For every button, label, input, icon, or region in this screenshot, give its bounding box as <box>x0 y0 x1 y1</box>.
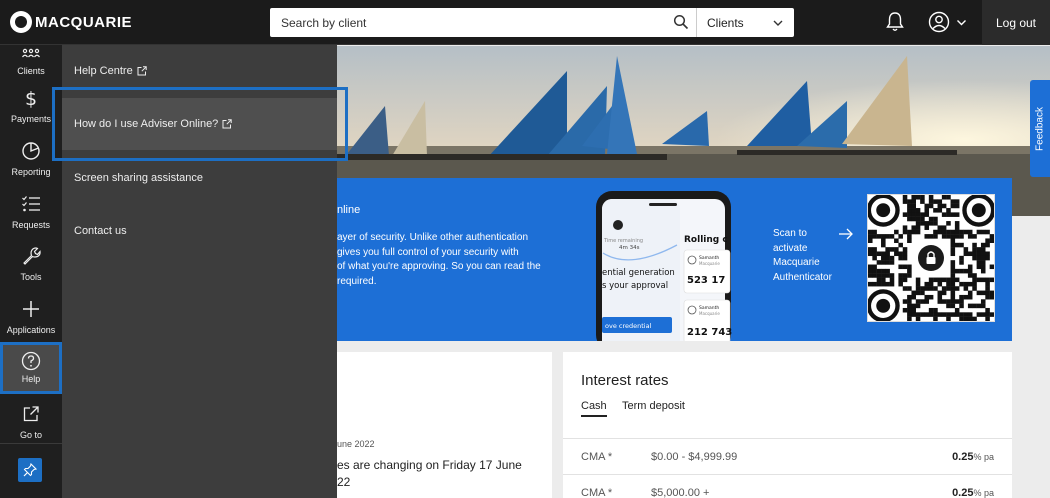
rates-title: Interest rates <box>581 372 669 389</box>
rate-account: CMA * <box>581 451 613 463</box>
help-icon <box>21 351 41 371</box>
feedback-label: Feedback <box>1034 106 1046 151</box>
rate-unit: % pa <box>973 452 994 462</box>
dollar-icon: $ <box>25 88 37 108</box>
help-item-label: Screen sharing assistance <box>74 172 204 184</box>
rate-row: CMA * $0.00 - $4,999.99 0.25% pa <box>563 451 1012 471</box>
scan-line: activate <box>773 242 808 254</box>
search-icon[interactable] <box>673 14 689 30</box>
promo-heading: nline <box>337 204 361 216</box>
search-input[interactable] <box>270 8 665 37</box>
scan-line: Authenticator <box>773 271 832 283</box>
scan-line: Scan to <box>773 228 807 239</box>
phone-rolling-title: Rolling c <box>684 235 728 245</box>
news-title-line: 22 <box>337 475 351 489</box>
rate-row: CMA * $5,000.00 + 0.25% pa <box>563 487 1012 498</box>
phone-code: 523 17 <box>687 275 725 286</box>
chevron-down-icon <box>773 20 783 26</box>
rate-number: 0.25 <box>952 487 974 498</box>
nav-item-applications[interactable]: Applications <box>0 296 62 348</box>
nav-label: Tools <box>20 272 42 282</box>
scan-instructions: Scan to activate Macquarie Authenticator <box>773 227 843 285</box>
external-link-icon <box>137 66 147 76</box>
contact-us-link[interactable]: Contact us <box>62 205 337 257</box>
pin-icon <box>23 463 37 477</box>
logout-button[interactable]: Log out <box>982 0 1050 45</box>
promo-body-line: required. <box>337 275 377 287</box>
news-title[interactable]: es are changing on Friday 17 June 22 <box>337 457 547 491</box>
brand-logo[interactable]: MACQUARIE <box>10 11 132 33</box>
phone-approve-button: ove credential <box>605 322 652 330</box>
pie-chart-icon <box>22 142 40 160</box>
help-item-label: Contact us <box>74 225 127 237</box>
rate-unit: % pa <box>973 488 994 498</box>
promo-body-line: gives you full control of your security … <box>337 246 519 258</box>
checklist-icon <box>22 196 40 212</box>
phone-entry-org: Macquarie <box>699 311 720 316</box>
rate-account: CMA * <box>581 487 613 498</box>
help-item-label: Help Centre <box>74 65 133 77</box>
highlight-frame <box>52 87 348 161</box>
app-root: MACQUARIE Clients Log out <box>0 0 1050 498</box>
authenticator-qr-code[interactable] <box>866 193 996 323</box>
brand-name: MACQUARIE <box>35 13 132 31</box>
nav-label: Go to <box>19 430 42 440</box>
phone-code: 212 743 <box>687 327 732 338</box>
nav-label: Applications <box>6 325 56 335</box>
nav-divider <box>0 443 62 444</box>
search-scope-select[interactable]: Clients <box>697 8 794 37</box>
phone-timer-value: 4m 34s <box>619 245 640 251</box>
promo-body: ayer of security. Unlike other authentic… <box>337 231 557 289</box>
rates-divider <box>563 474 1012 475</box>
rate-range: $5,000.00 + <box>651 487 710 498</box>
phone-entry-org: Macquarie <box>699 261 720 266</box>
nav-item-help[interactable]: Help <box>0 342 62 394</box>
nav-label: Reporting <box>11 167 51 177</box>
authenticator-phone-mockup: Time remaining 4m 34s ential generation … <box>596 191 732 341</box>
scan-line: Macquarie <box>773 257 820 268</box>
qr-code-pattern <box>866 193 996 323</box>
feedback-tab[interactable]: Feedback <box>1030 80 1050 177</box>
pin-nav-button[interactable] <box>18 458 42 482</box>
rate-range: $0.00 - $4,999.99 <box>651 451 738 463</box>
top-bar: MACQUARIE Clients Log out <box>0 0 1050 45</box>
rate-number: 0.25 <box>952 451 974 463</box>
arrow-right-icon <box>839 228 853 240</box>
user-menu-chevron-icon[interactable] <box>956 17 967 28</box>
promo-body-line: of what you're approving. So you can rea… <box>337 261 541 272</box>
search-scope-label: Clients <box>707 16 744 30</box>
nav-label: Help <box>21 374 41 384</box>
macquarie-logo-icon <box>10 11 32 33</box>
rate-value: 0.25% pa <box>952 451 994 463</box>
news-date: une 2022 <box>337 439 375 449</box>
client-search <box>270 8 697 37</box>
nav-item-tools[interactable]: Tools <box>0 243 62 295</box>
phone-timer-label: Time remaining <box>603 238 643 244</box>
tab-term-deposit[interactable]: Term deposit <box>622 400 685 412</box>
svg-text:$: $ <box>25 88 37 108</box>
tab-cash[interactable]: Cash <box>581 400 607 417</box>
bell-icon[interactable] <box>885 11 905 33</box>
rates-divider <box>563 438 1012 439</box>
rate-value: 0.25% pa <box>952 487 994 498</box>
wrench-icon <box>23 247 41 265</box>
news-title-line: es are changing on Friday 17 June <box>337 458 522 472</box>
phone-text-line: ential generation <box>602 268 675 278</box>
external-link-icon <box>23 406 39 422</box>
nav-item-go-to[interactable]: Go to <box>0 401 62 453</box>
promo-body-line: ayer of security. Unlike other authentic… <box>337 232 529 243</box>
user-avatar-icon[interactable] <box>928 11 950 33</box>
nav-item-clients[interactable]: Clients <box>0 37 62 89</box>
phone-text-line: s your approval <box>602 281 668 291</box>
plus-icon <box>23 301 39 317</box>
nav-label: Requests <box>11 220 51 230</box>
nav-label: Clients <box>17 66 45 76</box>
nav-item-requests[interactable]: Requests <box>0 191 62 243</box>
clients-icon <box>22 48 40 58</box>
